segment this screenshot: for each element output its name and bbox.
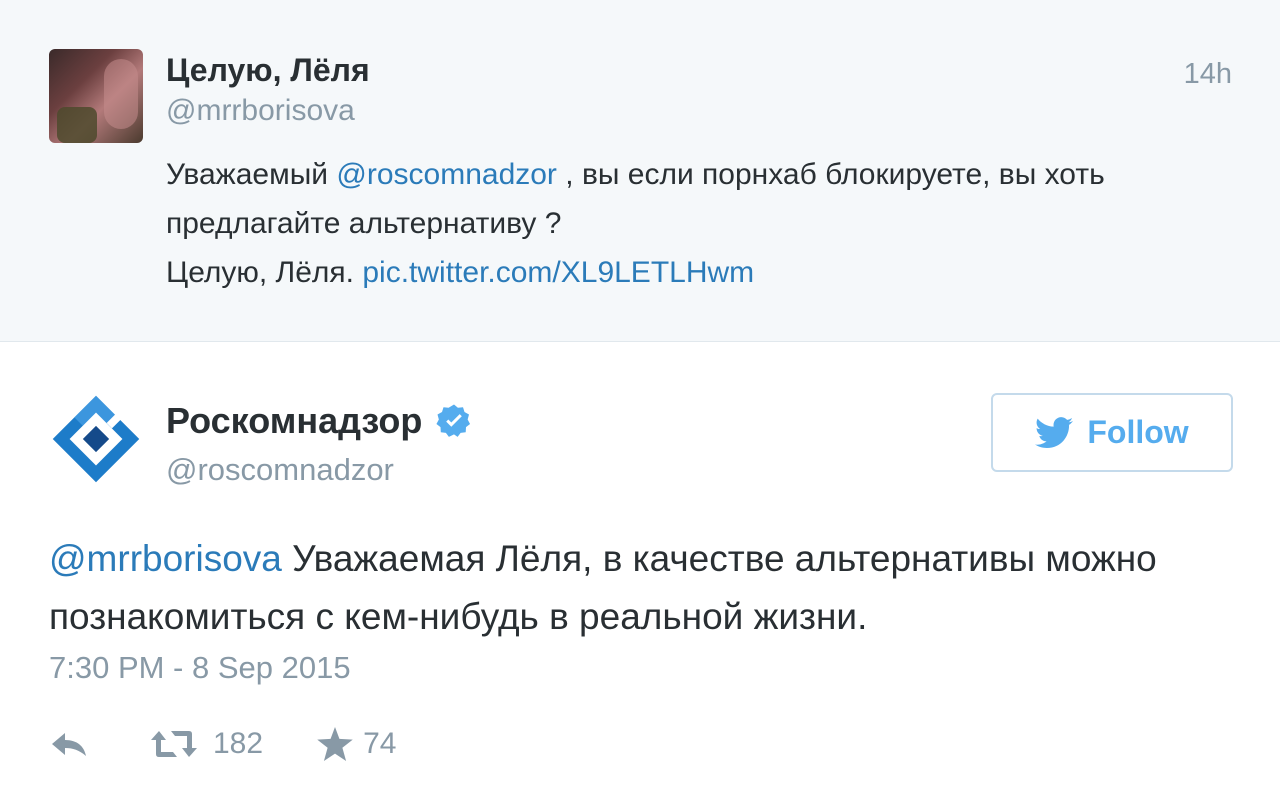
reply-author-handle[interactable]: @roscomnadzor (166, 452, 394, 488)
mention-link[interactable]: @mrrborisova (49, 538, 282, 579)
reply-tweet-text: @mrrborisova Уважаемая Лёля, в качестве … (49, 530, 1239, 646)
pic-link[interactable]: pic.twitter.com/XL9LETLHwm (362, 256, 754, 289)
reply-author-name[interactable]: Роскомнадзор (166, 400, 422, 442)
favorite-button[interactable]: 74 (317, 727, 396, 761)
follow-button[interactable]: Follow (991, 393, 1233, 472)
original-tweet-text: Уважаемый @roscomnadzor , вы если порнха… (166, 150, 1246, 297)
retweet-button[interactable]: 182 (149, 727, 263, 761)
avatar-shade (57, 107, 97, 143)
mention-link[interactable]: @roscomnadzor (336, 158, 557, 191)
tweet-text-part: Уважаемый (166, 158, 337, 191)
star-icon (317, 727, 353, 761)
roskomnadzor-logo-icon[interactable] (49, 392, 143, 486)
original-author-name[interactable]: Целую, Лёля (166, 52, 370, 89)
original-tweet: Целую, Лёля @mrrborisova 14h Уважаемый @… (0, 0, 1280, 342)
reply-author-row: Роскомнадзор (166, 400, 472, 442)
reply-icon (52, 733, 86, 756)
follow-label: Follow (1087, 414, 1189, 450)
avatar-shade (104, 59, 138, 129)
retweet-icon (151, 731, 197, 757)
reply-button[interactable] (49, 729, 93, 759)
user-avatar[interactable] (49, 49, 143, 143)
retweet-count: 182 (213, 727, 264, 760)
reply-tweet-date[interactable]: 7:30 PM - 8 Sep 2015 (49, 650, 351, 686)
twitter-bird-icon (1035, 416, 1074, 448)
verified-icon (436, 404, 471, 437)
favorite-count: 74 (363, 727, 397, 760)
tweet-text-part: Целую, Лёля. (166, 256, 363, 289)
original-author-handle[interactable]: @mrrborisova (166, 94, 355, 128)
original-tweet-time[interactable]: 14h (1184, 58, 1232, 91)
tweet-actions: 182 74 (49, 722, 396, 766)
